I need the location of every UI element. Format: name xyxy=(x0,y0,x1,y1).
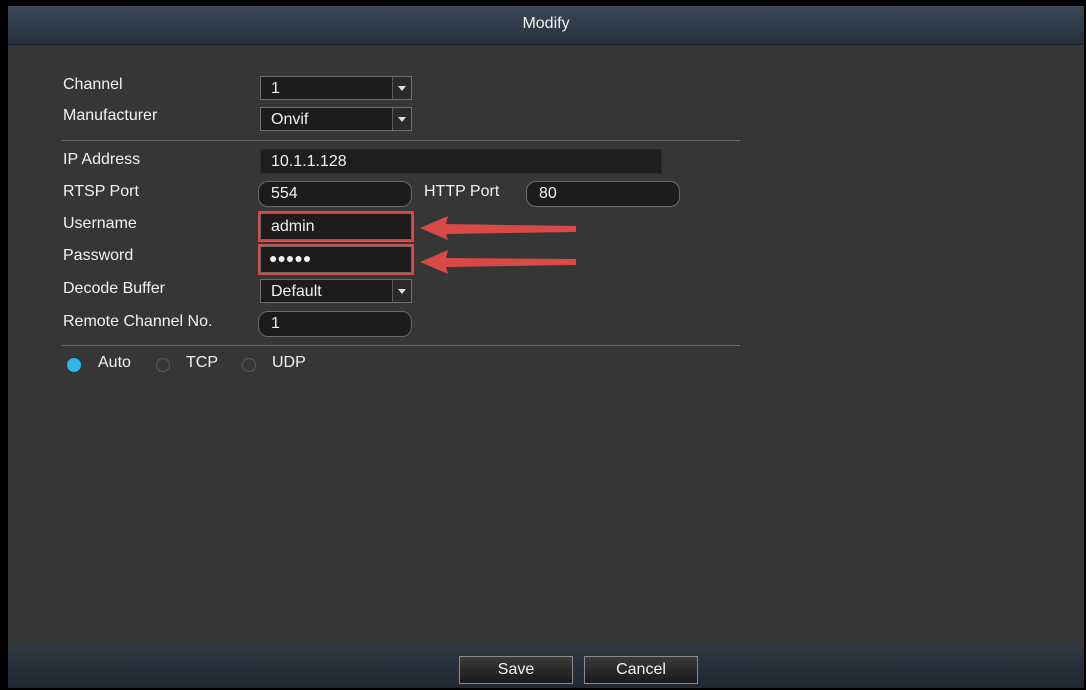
chevron-down-icon[interactable] xyxy=(392,280,411,302)
http-port-field[interactable]: 80 xyxy=(526,181,680,207)
http-port-label: HTTP Port xyxy=(424,183,500,200)
arrow-username-icon xyxy=(420,216,576,240)
radio-auto-label: Auto xyxy=(98,354,131,371)
radio-udp[interactable] xyxy=(242,358,256,372)
radio-tcp[interactable] xyxy=(156,358,170,372)
remote-channel-label: Remote Channel No. xyxy=(63,313,213,330)
divider-bottom xyxy=(62,345,740,346)
arrow-password-icon xyxy=(420,250,576,274)
decode-buffer-value: Default xyxy=(271,283,322,300)
remote-channel-field[interactable]: 1 xyxy=(258,311,412,337)
ip-address-label: IP Address xyxy=(63,151,141,168)
channel-label: Channel xyxy=(63,76,123,93)
save-button[interactable]: Save xyxy=(459,656,573,684)
radio-udp-label: UDP xyxy=(272,354,306,371)
radio-auto[interactable] xyxy=(67,358,81,372)
decode-buffer-select[interactable]: Default xyxy=(260,279,412,303)
dialog-title: Modify xyxy=(522,15,570,32)
footer-bar: Save Cancel xyxy=(8,646,1084,688)
ip-address-field[interactable]: 10.1.1.128 xyxy=(260,149,662,174)
annotation-arrows xyxy=(420,216,576,274)
http-port-value: 80 xyxy=(539,185,557,202)
title-bar: Modify xyxy=(8,6,1084,45)
manufacturer-value: Onvif xyxy=(271,111,309,128)
chevron-down-icon[interactable] xyxy=(392,108,411,130)
password-field[interactable]: ●●●●● xyxy=(258,244,414,275)
channel-select[interactable]: 1 xyxy=(260,76,412,100)
chevron-down-icon[interactable] xyxy=(392,77,411,99)
username-value: admin xyxy=(271,218,315,235)
radio-tcp-label: TCP xyxy=(186,354,218,371)
rtsp-port-label: RTSP Port xyxy=(63,183,139,200)
channel-value: 1 xyxy=(271,80,280,97)
decode-buffer-label: Decode Buffer xyxy=(63,280,165,297)
username-field[interactable]: admin xyxy=(258,211,414,242)
username-label: Username xyxy=(63,215,137,232)
rtsp-port-field[interactable]: 554 xyxy=(258,181,412,207)
modify-dialog: Modify Channel 1 Manufacturer Onvif IP A… xyxy=(8,6,1084,688)
manufacturer-label: Manufacturer xyxy=(63,107,158,124)
divider-top xyxy=(62,140,740,141)
ip-address-value: 10.1.1.128 xyxy=(271,153,347,170)
rtsp-port-value: 554 xyxy=(271,185,298,202)
password-value: ●●●●● xyxy=(269,250,312,266)
manufacturer-select[interactable]: Onvif xyxy=(260,107,412,131)
password-label: Password xyxy=(63,247,134,264)
remote-channel-value: 1 xyxy=(271,315,280,332)
cancel-button[interactable]: Cancel xyxy=(584,656,698,684)
